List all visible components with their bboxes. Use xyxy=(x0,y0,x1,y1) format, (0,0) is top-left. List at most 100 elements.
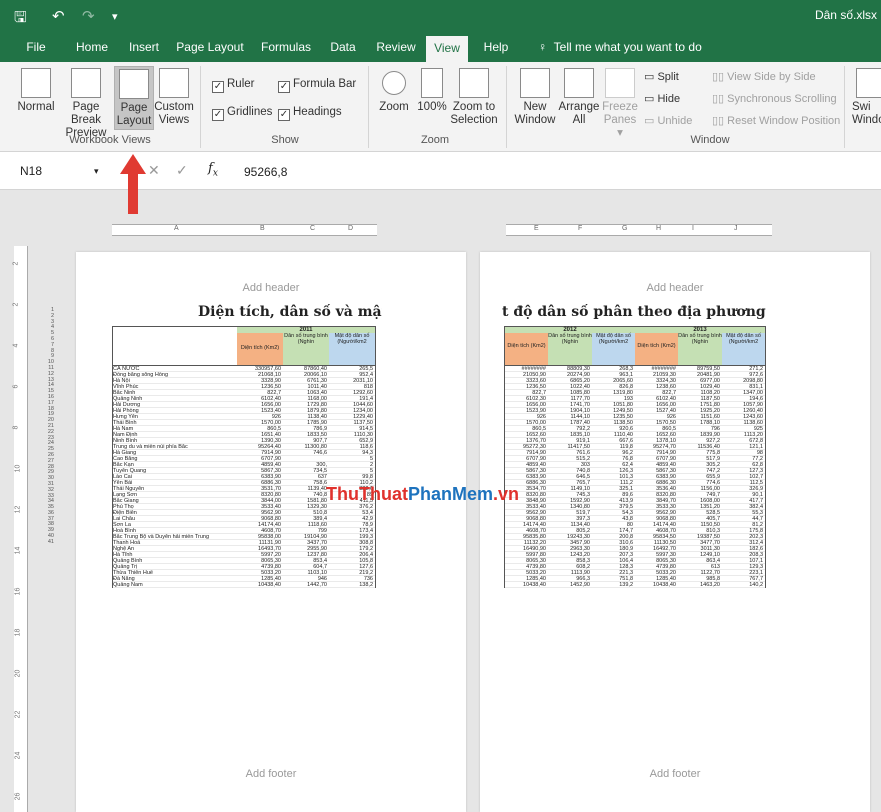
table-cell[interactable]: 325,1 xyxy=(592,486,633,491)
table-cell[interactable]: 2065,60 xyxy=(592,378,633,383)
table-cell[interactable]: 4608,70 xyxy=(237,528,281,533)
table-cell[interactable]: 1110,40 xyxy=(592,432,633,437)
zoom-to-selection-button[interactable]: Zoom to Selection xyxy=(450,68,498,127)
table-cell[interactable]: 303 xyxy=(548,462,590,467)
table-cell[interactable]: 20066,10 xyxy=(283,372,327,377)
table-cell[interactable]: 174,7 xyxy=(592,528,633,533)
table-cell[interactable]: 1608,00 xyxy=(678,498,720,503)
table-cell[interactable]: 7914,90 xyxy=(635,450,676,455)
table-cell[interactable]: Đà Nẵng xyxy=(113,576,235,581)
table-cell[interactable] xyxy=(283,456,327,461)
table-cell[interactable]: 1351,20 xyxy=(678,504,720,509)
table-cell[interactable]: 8065,30 xyxy=(635,558,676,563)
table-cell[interactable]: 42,9 xyxy=(329,516,373,521)
table-cell[interactable]: 62,4 xyxy=(592,462,633,467)
table-cell[interactable]: 1788,10 xyxy=(678,420,720,425)
table-cell[interactable]: Hà Nội xyxy=(113,378,235,383)
table-cell[interactable]: 326,9 xyxy=(722,486,763,491)
table-cell[interactable]: 8320,80 xyxy=(237,492,281,497)
table-cell[interactable]: 860,5 xyxy=(505,426,546,431)
table-cell[interactable]: 1751,80 xyxy=(678,402,720,407)
table-cell[interactable]: 4739,80 xyxy=(505,564,546,569)
table-cell[interactable]: 6383,90 xyxy=(505,474,546,479)
table-cell[interactable]: Hà Giang xyxy=(113,450,235,455)
table-cell[interactable]: 95835,80 xyxy=(505,534,546,539)
table-cell[interactable]: 11131,90 xyxy=(237,540,281,545)
table-cell[interactable]: 1187,50 xyxy=(678,396,720,401)
table-cell[interactable]: Hưng Yên xyxy=(113,414,235,419)
table-cell[interactable]: 818 xyxy=(329,384,373,389)
tab-file[interactable]: File xyxy=(18,32,54,62)
table-cell[interactable]: 4859,40 xyxy=(635,462,676,467)
table-cell[interactable]: 1652,60 xyxy=(505,432,546,437)
table-cell[interactable]: 105,8 xyxy=(329,558,373,563)
table-cell[interactable]: 860,5 xyxy=(635,426,676,431)
table-cell[interactable]: 740,8 xyxy=(283,492,327,497)
table-cell[interactable]: 271,2 xyxy=(722,366,763,371)
table-cell[interactable]: 1452,90 xyxy=(548,582,590,587)
col-label-c[interactable]: C xyxy=(310,225,315,232)
table-cell[interactable]: 1044,60 xyxy=(329,402,373,407)
table-cell[interactable]: 613 xyxy=(678,564,720,569)
table-cell[interactable]: 138,2 xyxy=(329,582,373,587)
table-cell[interactable]: 6707,90 xyxy=(237,456,281,461)
table-cell[interactable]: 76,8 xyxy=(592,456,633,461)
table-cell[interactable]: 1113,20 xyxy=(722,432,763,437)
table-cell[interactable]: 858,3 xyxy=(548,558,590,563)
table-cell[interactable]: 6707,90 xyxy=(505,456,546,461)
table-cell[interactable]: 405,7 xyxy=(678,516,720,521)
enter-icon[interactable]: ✓ xyxy=(176,162,188,179)
table-cell[interactable]: 20481,90 xyxy=(678,372,720,377)
table-cell[interactable]: 127,3 xyxy=(722,468,763,473)
table-cell[interactable]: Điện Biên xyxy=(113,510,235,515)
tab-view[interactable]: View xyxy=(426,36,468,62)
redo-icon[interactable]: ↷ xyxy=(82,7,95,25)
table-cell[interactable]: 1134,40 xyxy=(548,522,590,527)
table-cell[interactable]: 4608,70 xyxy=(635,528,676,533)
table-cell[interactable]: 1238,60 xyxy=(635,384,676,389)
table-cell[interactable]: 9068,80 xyxy=(237,516,281,521)
table-cell[interactable]: 799 xyxy=(283,528,327,533)
table-cell[interactable]: 5997,80 xyxy=(505,552,546,557)
table-cell[interactable]: 5997,20 xyxy=(237,552,281,557)
table-cell[interactable]: 1122,70 xyxy=(678,570,720,575)
tell-me-box[interactable]: ♀ Tell me what you want to do xyxy=(538,32,702,62)
tab-home[interactable]: Home xyxy=(70,32,114,62)
table-cell[interactable]: 1137,50 xyxy=(329,420,373,425)
table-cell[interactable]: 1243,60 xyxy=(722,414,763,419)
table-cell[interactable]: 87860,40 xyxy=(283,366,327,371)
table-cell[interactable]: 95274,70 xyxy=(635,444,676,449)
table-cell[interactable]: 1523,90 xyxy=(505,408,546,413)
table-cell[interactable]: 89,6 xyxy=(592,492,633,497)
table-cell[interactable]: 5867,30 xyxy=(635,468,676,473)
table-cell[interactable]: 14174,40 xyxy=(237,522,281,527)
view-side-by-side-button[interactable]: ▯▯ View Side by Side xyxy=(712,70,816,83)
table-cell[interactable]: 1527,40 xyxy=(635,408,676,413)
table-cell[interactable]: 300, xyxy=(283,462,327,467)
table-cell[interactable]: 926 xyxy=(505,414,546,419)
table-cell[interactable]: 863,4 xyxy=(678,558,720,563)
table-cell[interactable]: 1376,70 xyxy=(505,438,546,443)
table-cell[interactable]: 5033,20 xyxy=(237,570,281,575)
table-cell[interactable]: 1022,40 xyxy=(548,384,590,389)
table-cell[interactable]: 5033,20 xyxy=(635,570,676,575)
table-cell[interactable]: 4739,80 xyxy=(237,564,281,569)
table-cell[interactable]: 646,5 xyxy=(548,474,590,479)
table-cell[interactable]: 129,3 xyxy=(722,564,763,569)
formula-bar-checkbox[interactable]: ✓ Formula Bar xyxy=(278,78,356,93)
table-cell[interactable]: 1833,50 xyxy=(283,432,327,437)
table-cell[interactable]: 10438,40 xyxy=(635,582,676,587)
table-cell[interactable]: 1085,80 xyxy=(548,390,590,395)
table-cell[interactable]: 89759,50 xyxy=(678,366,720,371)
table-cell[interactable]: 95838,00 xyxy=(237,534,281,539)
table-cell[interactable]: 268,3 xyxy=(592,366,633,371)
table-cell[interactable]: 519,7 xyxy=(548,510,590,515)
table-cell[interactable]: 1570,50 xyxy=(635,420,676,425)
table-cell[interactable]: 54,3 xyxy=(592,510,633,515)
tab-insert[interactable]: Insert xyxy=(122,32,166,62)
table-cell[interactable]: 2 xyxy=(329,462,373,467)
chevron-down-icon[interactable]: ▾ xyxy=(94,161,99,181)
table-cell[interactable]: 860,5 xyxy=(237,426,281,431)
table-cell[interactable]: 926 xyxy=(635,414,676,419)
table-cell[interactable]: 5 xyxy=(329,456,373,461)
